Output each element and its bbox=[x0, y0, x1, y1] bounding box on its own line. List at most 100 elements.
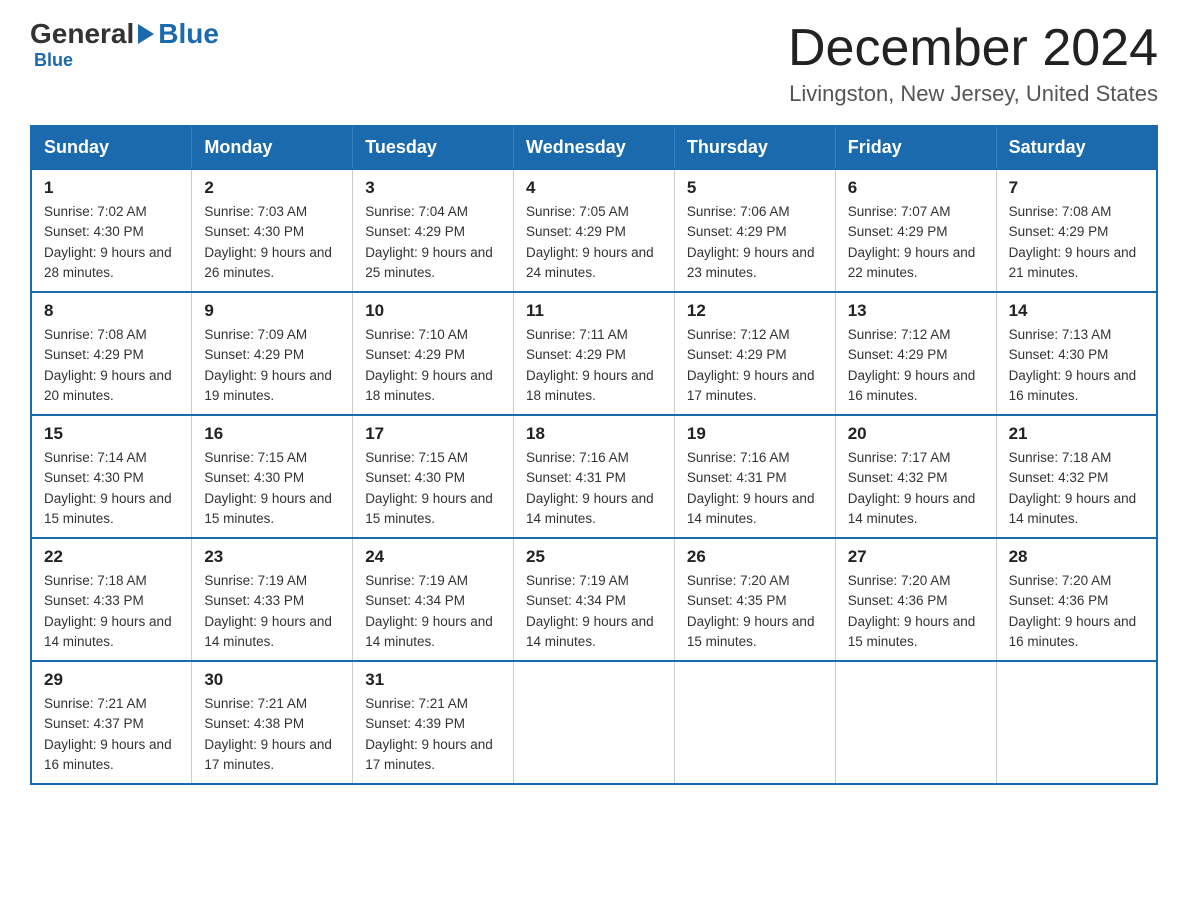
day-info: Sunrise: 7:07 AMSunset: 4:29 PMDaylight:… bbox=[848, 202, 984, 283]
day-number: 18 bbox=[526, 424, 662, 444]
day-number: 19 bbox=[687, 424, 823, 444]
day-info: Sunrise: 7:17 AMSunset: 4:32 PMDaylight:… bbox=[848, 448, 984, 529]
logo: General Blue Blue bbox=[30, 20, 219, 71]
day-number: 13 bbox=[848, 301, 984, 321]
day-number: 1 bbox=[44, 178, 179, 198]
header-tuesday: Tuesday bbox=[353, 126, 514, 169]
day-number: 6 bbox=[848, 178, 984, 198]
day-info: Sunrise: 7:03 AMSunset: 4:30 PMDaylight:… bbox=[204, 202, 340, 283]
calendar-cell: 26 Sunrise: 7:20 AMSunset: 4:35 PMDayligh… bbox=[674, 538, 835, 661]
day-info: Sunrise: 7:21 AMSunset: 4:37 PMDaylight:… bbox=[44, 694, 179, 775]
calendar-cell: 23Sunrise: 7:19 AMSunset: 4:33 PMDayligh… bbox=[192, 538, 353, 661]
day-info: Sunrise: 7:16 AMSunset: 4:31 PMDaylight:… bbox=[687, 448, 823, 529]
logo-subtitle: Blue bbox=[34, 50, 73, 71]
header-thursday: Thursday bbox=[674, 126, 835, 169]
day-info: Sunrise: 7:12 AMSunset: 4:29 PMDaylight:… bbox=[848, 325, 984, 406]
day-number: 17 bbox=[365, 424, 501, 444]
calendar-cell: 12Sunrise: 7:12 AMSunset: 4:29 PMDayligh… bbox=[674, 292, 835, 415]
day-info: Sunrise: 7:09 AMSunset: 4:29 PMDaylight:… bbox=[204, 325, 340, 406]
day-info: Sunrise: 7:11 AMSunset: 4:29 PMDaylight:… bbox=[526, 325, 662, 406]
day-number: 22 bbox=[44, 547, 179, 567]
header-saturday: Saturday bbox=[996, 126, 1157, 169]
day-info: Sunrise: 7:18 AMSunset: 4:32 PMDaylight:… bbox=[1009, 448, 1144, 529]
day-info: Sunrise: 7:04 AMSunset: 4:29 PMDaylight:… bbox=[365, 202, 501, 283]
calendar-cell: 21 Sunrise: 7:18 AMSunset: 4:32 PMDayligh… bbox=[996, 415, 1157, 538]
calendar-cell: 19 Sunrise: 7:16 AMSunset: 4:31 PMDayligh… bbox=[674, 415, 835, 538]
day-number: 12 bbox=[687, 301, 823, 321]
day-info: Sunrise: 7:20 AMSunset: 4:36 PMDaylight:… bbox=[848, 571, 984, 652]
calendar-cell: 20Sunrise: 7:17 AMSunset: 4:32 PMDayligh… bbox=[835, 415, 996, 538]
calendar-cell: 31Sunrise: 7:21 AMSunset: 4:39 PMDayligh… bbox=[353, 661, 514, 784]
calendar-table: SundayMondayTuesdayWednesdayThursdayFrid… bbox=[30, 125, 1158, 785]
calendar-subtitle: Livingston, New Jersey, United States bbox=[788, 81, 1158, 107]
calendar-cell: 18 Sunrise: 7:16 AMSunset: 4:31 PMDayligh… bbox=[514, 415, 675, 538]
day-info: Sunrise: 7:10 AMSunset: 4:29 PMDaylight:… bbox=[365, 325, 501, 406]
day-info: Sunrise: 7:13 AMSunset: 4:30 PMDaylight:… bbox=[1009, 325, 1144, 406]
calendar-cell: 5 Sunrise: 7:06 AMSunset: 4:29 PMDaylight… bbox=[674, 169, 835, 292]
calendar-cell: 16Sunrise: 7:15 AMSunset: 4:30 PMDayligh… bbox=[192, 415, 353, 538]
week-row-4: 22 Sunrise: 7:18 AMSunset: 4:33 PMDayligh… bbox=[31, 538, 1157, 661]
day-info: Sunrise: 7:15 AMSunset: 4:30 PMDaylight:… bbox=[365, 448, 501, 529]
calendar-cell: 4 Sunrise: 7:05 AMSunset: 4:29 PMDaylight… bbox=[514, 169, 675, 292]
calendar-cell: 25Sunrise: 7:19 AMSunset: 4:34 PMDayligh… bbox=[514, 538, 675, 661]
calendar-cell: 13 Sunrise: 7:12 AMSunset: 4:29 PMDayligh… bbox=[835, 292, 996, 415]
day-number: 26 bbox=[687, 547, 823, 567]
day-info: Sunrise: 7:14 AMSunset: 4:30 PMDaylight:… bbox=[44, 448, 179, 529]
day-number: 11 bbox=[526, 301, 662, 321]
day-number: 24 bbox=[365, 547, 501, 567]
day-info: Sunrise: 7:02 AMSunset: 4:30 PMDaylight:… bbox=[44, 202, 179, 283]
day-number: 5 bbox=[687, 178, 823, 198]
day-info: Sunrise: 7:15 AMSunset: 4:30 PMDaylight:… bbox=[204, 448, 340, 529]
calendar-cell bbox=[996, 661, 1157, 784]
logo-general-text: General bbox=[30, 20, 134, 48]
calendar-cell bbox=[514, 661, 675, 784]
day-info: Sunrise: 7:20 AMSunset: 4:36 PMDaylight:… bbox=[1009, 571, 1144, 652]
calendar-cell bbox=[674, 661, 835, 784]
page-header: General Blue Blue December 2024 Livingst… bbox=[30, 20, 1158, 107]
calendar-cell: 30Sunrise: 7:21 AMSunset: 4:38 PMDayligh… bbox=[192, 661, 353, 784]
day-number: 25 bbox=[526, 547, 662, 567]
day-number: 28 bbox=[1009, 547, 1144, 567]
day-info: Sunrise: 7:21 AMSunset: 4:39 PMDaylight:… bbox=[365, 694, 501, 775]
calendar-cell: 8 Sunrise: 7:08 AMSunset: 4:29 PMDaylight… bbox=[31, 292, 192, 415]
logo-blue-text: Blue bbox=[158, 20, 219, 48]
calendar-cell: 27 Sunrise: 7:20 AMSunset: 4:36 PMDayligh… bbox=[835, 538, 996, 661]
week-row-1: 1 Sunrise: 7:02 AMSunset: 4:30 PMDaylight… bbox=[31, 169, 1157, 292]
header-friday: Friday bbox=[835, 126, 996, 169]
header-wednesday: Wednesday bbox=[514, 126, 675, 169]
day-info: Sunrise: 7:18 AMSunset: 4:33 PMDaylight:… bbox=[44, 571, 179, 652]
calendar-title: December 2024 bbox=[788, 20, 1158, 77]
day-info: Sunrise: 7:05 AMSunset: 4:29 PMDaylight:… bbox=[526, 202, 662, 283]
day-number: 2 bbox=[204, 178, 340, 198]
calendar-cell: 1 Sunrise: 7:02 AMSunset: 4:30 PMDaylight… bbox=[31, 169, 192, 292]
calendar-cell: 17 Sunrise: 7:15 AMSunset: 4:30 PMDayligh… bbox=[353, 415, 514, 538]
calendar-header-row: SundayMondayTuesdayWednesdayThursdayFrid… bbox=[31, 126, 1157, 169]
day-info: Sunrise: 7:19 AMSunset: 4:34 PMDaylight:… bbox=[365, 571, 501, 652]
week-row-2: 8 Sunrise: 7:08 AMSunset: 4:29 PMDaylight… bbox=[31, 292, 1157, 415]
day-info: Sunrise: 7:20 AMSunset: 4:35 PMDaylight:… bbox=[687, 571, 823, 652]
day-info: Sunrise: 7:08 AMSunset: 4:29 PMDaylight:… bbox=[44, 325, 179, 406]
calendar-cell: 29Sunrise: 7:21 AMSunset: 4:37 PMDayligh… bbox=[31, 661, 192, 784]
day-number: 8 bbox=[44, 301, 179, 321]
calendar-cell: 11 Sunrise: 7:11 AMSunset: 4:29 PMDayligh… bbox=[514, 292, 675, 415]
day-info: Sunrise: 7:16 AMSunset: 4:31 PMDaylight:… bbox=[526, 448, 662, 529]
day-number: 14 bbox=[1009, 301, 1144, 321]
calendar-cell: 6 Sunrise: 7:07 AMSunset: 4:29 PMDaylight… bbox=[835, 169, 996, 292]
calendar-cell bbox=[835, 661, 996, 784]
day-number: 21 bbox=[1009, 424, 1144, 444]
calendar-cell: 14 Sunrise: 7:13 AMSunset: 4:30 PMDayligh… bbox=[996, 292, 1157, 415]
day-number: 9 bbox=[204, 301, 340, 321]
calendar-cell: 28 Sunrise: 7:20 AMSunset: 4:36 PMDayligh… bbox=[996, 538, 1157, 661]
day-number: 4 bbox=[526, 178, 662, 198]
day-number: 27 bbox=[848, 547, 984, 567]
day-number: 7 bbox=[1009, 178, 1144, 198]
calendar-cell: 7 Sunrise: 7:08 AMSunset: 4:29 PMDaylight… bbox=[996, 169, 1157, 292]
header-sunday: Sunday bbox=[31, 126, 192, 169]
day-info: Sunrise: 7:19 AMSunset: 4:33 PMDaylight:… bbox=[204, 571, 340, 652]
header-monday: Monday bbox=[192, 126, 353, 169]
calendar-cell: 2 Sunrise: 7:03 AMSunset: 4:30 PMDaylight… bbox=[192, 169, 353, 292]
day-info: Sunrise: 7:06 AMSunset: 4:29 PMDaylight:… bbox=[687, 202, 823, 283]
week-row-5: 29Sunrise: 7:21 AMSunset: 4:37 PMDayligh… bbox=[31, 661, 1157, 784]
day-info: Sunrise: 7:08 AMSunset: 4:29 PMDaylight:… bbox=[1009, 202, 1144, 283]
calendar-cell: 15Sunrise: 7:14 AMSunset: 4:30 PMDayligh… bbox=[31, 415, 192, 538]
